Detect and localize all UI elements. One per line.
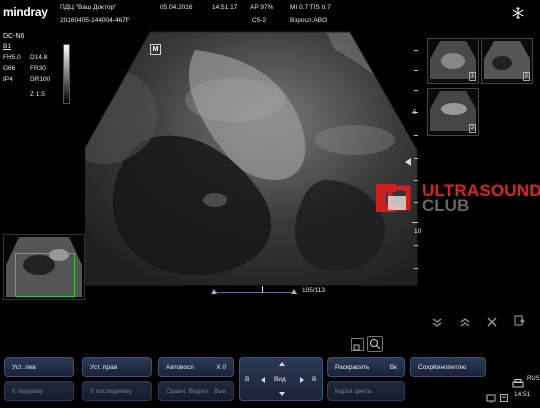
thumbnail-3[interactable]: 3: [427, 88, 479, 136]
colorize-value: Вк: [389, 363, 397, 371]
acoustic-power: AP 97%: [250, 4, 274, 11]
watermark-club-text: CLUB: [422, 196, 470, 215]
zoom-roi-box[interactable]: [15, 253, 75, 297]
save-cine-label: СохрКинопетлю: [418, 363, 467, 371]
scroll-up-icon[interactable]: [460, 314, 470, 327]
compare-video-value: Вык: [214, 387, 226, 395]
auto-play-label: Автовосп: [166, 363, 194, 371]
nav-right-label: B: [312, 376, 317, 383]
brand-logo: mindray: [3, 5, 48, 19]
zoom-icon[interactable]: [367, 336, 383, 352]
auto-play-button[interactable]: Автовосп X 0: [158, 357, 234, 377]
auto-play-value: X 0: [216, 363, 226, 371]
nav-right-icon[interactable]: [300, 377, 304, 383]
mi-tis: MI 0.7 TIS 0.7: [290, 4, 331, 11]
exam-preset: Взросл.ABO: [290, 17, 328, 24]
delete-icon[interactable]: [487, 314, 497, 327]
thumbnail-2-number: 2: [522, 72, 530, 81]
to-last-label: К последнему: [90, 387, 133, 395]
printer-icon[interactable]: [512, 375, 524, 388]
scroll-down-icon[interactable]: [432, 314, 442, 327]
b-mode-label: B1: [3, 43, 11, 50]
depth-label-10: 10: [414, 228, 422, 235]
to-first-label: К первому: [12, 387, 44, 395]
depth-label-5: 5: [413, 109, 417, 116]
param-right-1: D14.8: [30, 54, 48, 61]
color-map-label: Карта цвета: [335, 387, 372, 395]
param-right-4: Z 1.5: [30, 91, 45, 98]
thumbnail-1-number: 1: [468, 72, 476, 81]
exam-time: 14:51:17: [212, 4, 238, 11]
cine-timeline[interactable]: [212, 292, 294, 293]
system-clock: 14:51: [514, 391, 531, 398]
exam-date: 05.04.2016: [160, 4, 193, 11]
focus-marker-icon[interactable]: [405, 158, 411, 166]
thumbnail-3-number: 3: [468, 124, 476, 133]
nav-down-icon[interactable]: [279, 392, 285, 396]
view-navigation-pad[interactable]: B Вид B: [239, 357, 323, 401]
cine-cursor-icon[interactable]: [262, 286, 263, 293]
export-icon[interactable]: [514, 313, 525, 326]
param-right-3: DR100: [30, 76, 51, 83]
network-icon: [486, 390, 496, 403]
set-left-button[interactable]: Уст. лев: [4, 357, 74, 377]
cine-start-marker-icon[interactable]: [211, 289, 217, 294]
colorize-button[interactable]: Раскрасить Вк: [327, 357, 405, 377]
frame-counter: 105/113: [302, 287, 326, 294]
orientation-marker: M: [150, 44, 161, 55]
freeze-snowflake-icon[interactable]: [511, 6, 525, 20]
compare-video-label: Сравн. Видео: [166, 387, 208, 395]
grayscale-bar: [63, 44, 70, 104]
save-cine-button[interactable]: СохрКинопетлю: [410, 357, 486, 377]
cine-end-marker-icon[interactable]: [291, 289, 297, 294]
thumbnail-2[interactable]: 2: [481, 38, 533, 84]
nav-center-label: Вид: [274, 376, 286, 383]
ultrasound-club-logo: [372, 178, 412, 218]
nav-left-label: B: [245, 376, 250, 383]
clinic-name: ПДЦ "Ваш Доктор": [60, 4, 117, 11]
param-right-2: FR30: [30, 65, 46, 72]
to-first-button[interactable]: К первому: [4, 381, 74, 401]
depth-scale: [410, 40, 418, 290]
language-indicator: RUS: [527, 376, 540, 382]
patient-id: 20160405-144004-467F: [60, 17, 130, 24]
probe-name: C5-2: [252, 17, 267, 24]
colorize-label: Раскрасить: [335, 363, 370, 371]
set-right-button[interactable]: Уст. прав: [82, 357, 152, 377]
imaging-mode: DC-N6: [3, 33, 25, 40]
thumbnail-1[interactable]: 1: [427, 38, 479, 84]
color-map-button[interactable]: Карта цвета: [327, 381, 405, 401]
fullscreen-icon[interactable]: [351, 338, 364, 351]
set-left-label: Уст. лев: [12, 363, 36, 371]
storage-icon: [499, 390, 509, 402]
nav-up-icon[interactable]: [279, 362, 285, 366]
param-left-2: G66: [3, 65, 16, 72]
nav-left-icon[interactable]: [261, 377, 265, 383]
param-left-1: FH5.0: [3, 54, 21, 61]
set-right-label: Уст. прав: [90, 363, 118, 371]
compare-video-button[interactable]: Сравн. Видео Вык: [158, 381, 234, 401]
to-last-button[interactable]: К последнему: [82, 381, 152, 401]
ultrasound-image: [84, 30, 420, 292]
overview-preview: [3, 234, 85, 300]
param-left-3: IP4: [3, 76, 13, 83]
